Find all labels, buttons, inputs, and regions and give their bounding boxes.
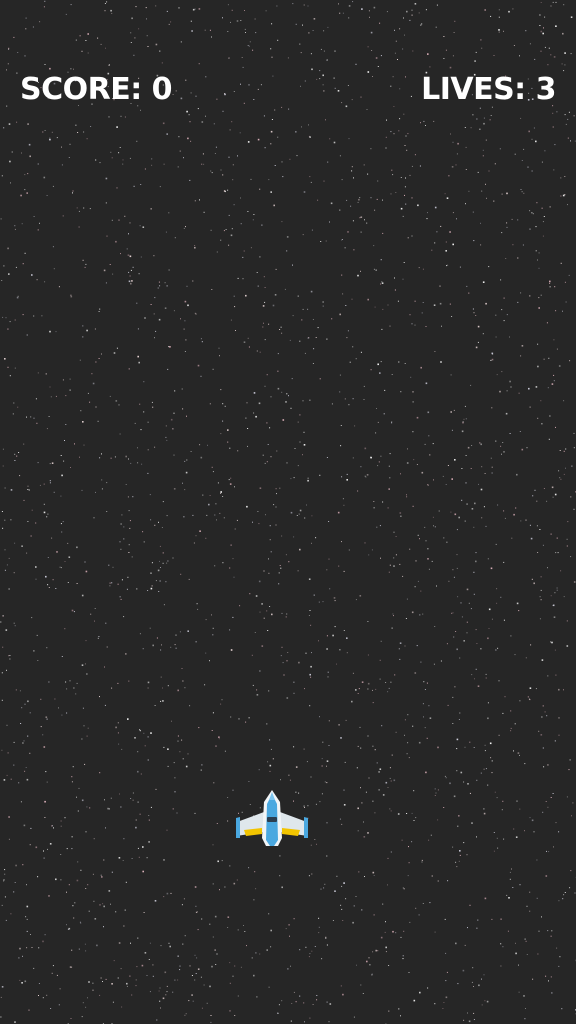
lives-display: LIVES: 3 [421, 72, 556, 108]
spaceship-icon[interactable] [234, 788, 310, 850]
lives-label: LIVES: [421, 72, 526, 107]
game-canvas[interactable]: SCORE: 0 LIVES: 3 [0, 0, 576, 1024]
lives-value: 3 [535, 72, 557, 107]
score-label: SCORE: [20, 72, 142, 107]
score-display: SCORE: 0 [20, 72, 173, 108]
starfield-background [0, 0, 576, 1024]
score-value: 0 [151, 72, 173, 107]
